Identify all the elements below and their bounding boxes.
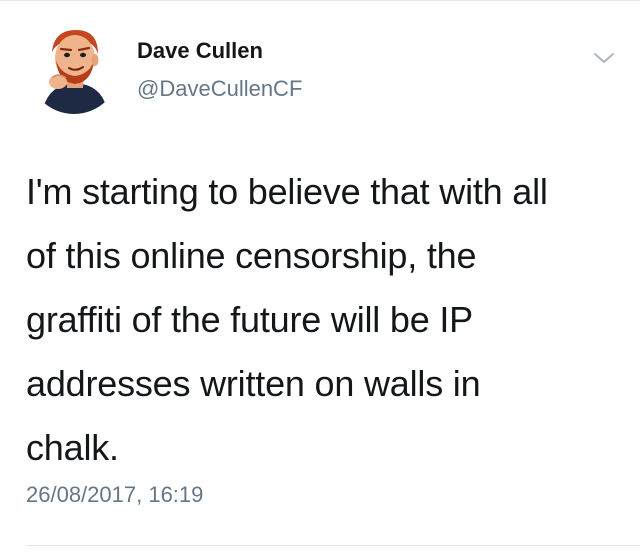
tweet: Dave Cullen @DaveCullenCF I'm starting t… (0, 0, 640, 555)
author-handle[interactable]: @DaveCullenCF (137, 76, 302, 102)
tweet-text: I'm starting to believe that with all of… (26, 171, 548, 468)
author-display-name[interactable]: Dave Cullen (137, 38, 263, 64)
tweet-timestamp[interactable]: 26/08/2017, 16:19 (26, 482, 203, 508)
cartoon-avatar-icon (42, 30, 108, 114)
bottom-divider (26, 545, 640, 546)
avatar[interactable] (28, 22, 120, 114)
tweet-menu-button[interactable] (590, 48, 618, 68)
chevron-down-icon (594, 53, 614, 63)
